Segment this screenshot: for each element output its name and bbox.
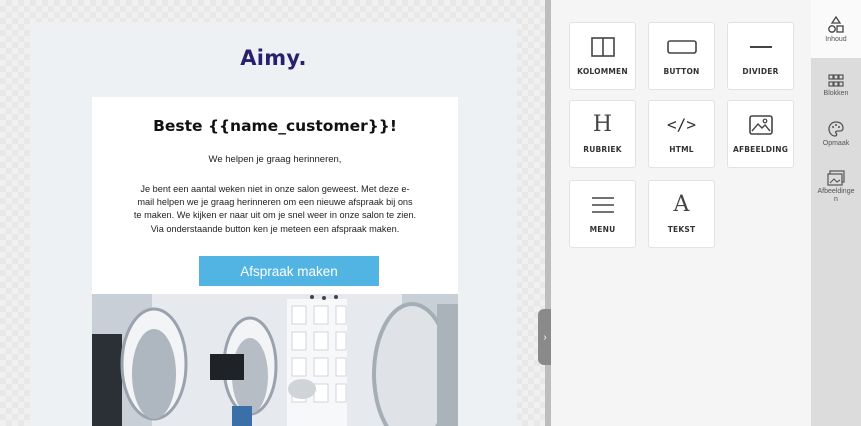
email-body-line: mail helpen we je graag herinneren om ee…: [137, 197, 413, 208]
block-divider[interactable]: DIVIDER: [727, 22, 794, 90]
brand-logo[interactable]: Aimy.: [30, 46, 517, 70]
content-panel: KOLOMMEN BUTTON DIVIDER H RUBRIEK </> HT…: [551, 0, 811, 426]
block-text[interactable]: A TEKST: [648, 180, 715, 248]
appointment-button[interactable]: Afspraak maken: [199, 256, 379, 286]
code-glyph: </>: [667, 115, 696, 134]
sidebar-item-style[interactable]: Opmaak: [811, 118, 861, 158]
editor-sidebar: Inhoud Blokken Opmaak Afbeeldinge n: [811, 0, 861, 426]
email-body-line: te maken. We kijken er naar uit om je sn…: [133, 210, 417, 221]
columns-icon: [590, 34, 615, 60]
text-glyph: A: [673, 192, 690, 217]
code-icon: </>: [667, 112, 696, 138]
heading-icon: H: [593, 112, 612, 138]
image-icon: [748, 112, 773, 138]
email-body-line: Je bent een aantal weken niet in onze sa…: [140, 184, 410, 194]
block-label: AFBEELDING: [732, 145, 789, 154]
salon-photo-image: [92, 294, 458, 426]
email-preview: Aimy. Beste {{name_customer}}! We helpen…: [30, 22, 517, 426]
sidebar-item-label: Afbeeldinge n: [817, 188, 855, 203]
divider-icon: [749, 34, 773, 60]
sidebar-item-content[interactable]: Inhoud: [811, 0, 861, 58]
sidebar-item-label: Blokken: [823, 90, 849, 97]
email-body-line: Via onderstaande button ken je meteen ee…: [150, 223, 400, 234]
block-label: RUBRIEK: [583, 145, 622, 154]
block-columns[interactable]: KOLOMMEN: [569, 22, 636, 90]
collapse-panel-button[interactable]: ›: [538, 309, 552, 365]
block-html[interactable]: </> HTML: [648, 100, 715, 168]
sidebar-item-label: Inhoud: [825, 36, 847, 43]
content-icon: [827, 14, 845, 34]
block-label: BUTTON: [663, 67, 700, 76]
email-greeting[interactable]: Beste {{name_customer}}!: [92, 117, 458, 135]
menu-icon: [591, 192, 615, 218]
block-label: HTML: [669, 145, 694, 154]
sidebar-item-label: Opmaak: [822, 140, 850, 147]
images-icon: [827, 166, 845, 186]
block-image[interactable]: AFBEELDING: [727, 100, 794, 168]
sidebar-item-images[interactable]: Afbeeldinge n: [811, 166, 861, 216]
block-label: KOLOMMEN: [577, 67, 628, 76]
block-heading[interactable]: H RUBRIEK: [569, 100, 636, 168]
heading-glyph: H: [592, 112, 613, 137]
button-icon: [666, 34, 697, 60]
text-icon: A: [674, 192, 690, 218]
email-body[interactable]: Je bent een aantal weken niet in onze sa…: [112, 183, 438, 236]
block-menu[interactable]: MENU: [569, 180, 636, 248]
chevron-right-icon: ›: [543, 331, 547, 343]
email-card[interactable]: Beste {{name_customer}}! We helpen je gr…: [92, 97, 458, 426]
blocks-icon: [828, 68, 844, 88]
block-label: DIVIDER: [742, 67, 779, 76]
block-label: MENU: [589, 225, 616, 234]
block-label: TEKST: [667, 225, 696, 234]
email-intro[interactable]: We helpen je graag herinneren,: [92, 154, 458, 165]
palette-icon: [827, 118, 845, 138]
block-button[interactable]: BUTTON: [648, 22, 715, 90]
sidebar-item-blocks[interactable]: Blokken: [811, 68, 861, 108]
salon-photo[interactable]: [92, 294, 458, 426]
email-canvas: Aimy. Beste {{name_customer}}! We helpen…: [0, 0, 545, 426]
